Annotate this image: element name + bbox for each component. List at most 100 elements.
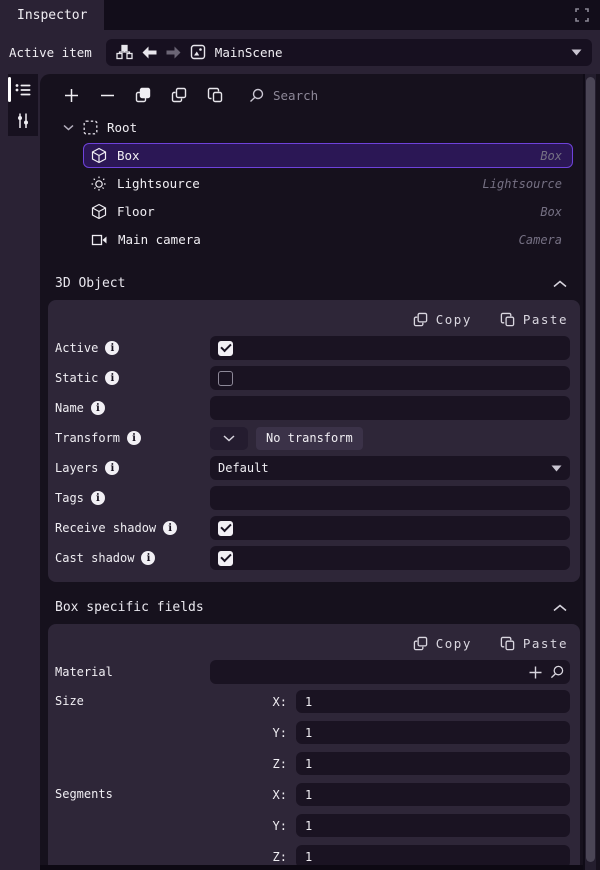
left-rail bbox=[0, 74, 40, 870]
copy-icon bbox=[413, 312, 428, 327]
field-label: Active i bbox=[55, 341, 210, 355]
size-z-input[interactable] bbox=[305, 757, 561, 771]
axis-y-label: Y: bbox=[210, 819, 296, 833]
scene-file-icon bbox=[190, 44, 206, 60]
static-checkbox[interactable] bbox=[218, 371, 233, 386]
chevron-down-icon bbox=[223, 435, 235, 442]
scene-tree: Root Box Box bbox=[40, 112, 583, 264]
duplicate-node-button[interactable] bbox=[135, 87, 151, 103]
name-input[interactable] bbox=[218, 401, 562, 415]
size-z-field bbox=[296, 752, 570, 775]
field-row-transform: Transform i No transform bbox=[55, 426, 570, 450]
size-x-row: Size X: bbox=[55, 690, 570, 713]
tree-item-main-camera[interactable]: Main camera Camera bbox=[83, 227, 573, 252]
search-input[interactable] bbox=[273, 88, 573, 103]
dashed-box-icon bbox=[83, 120, 98, 135]
size-y-input[interactable] bbox=[305, 726, 561, 740]
transform-cell: No transform bbox=[210, 427, 570, 450]
paste-button-label: Paste bbox=[523, 312, 568, 327]
remove-node-button[interactable] bbox=[99, 87, 115, 103]
layers-selected-value: Default bbox=[218, 461, 269, 475]
body: Root Box Box bbox=[0, 74, 600, 870]
active-item-label: Active item bbox=[8, 45, 92, 60]
active-checkbox[interactable] bbox=[218, 341, 233, 356]
copy-paste-row: Copy Paste bbox=[48, 305, 580, 336]
active-scene-name: MainScene bbox=[215, 45, 562, 60]
scrollbar-thumb[interactable] bbox=[586, 77, 595, 862]
section-title: Box specific fields bbox=[55, 600, 204, 615]
settings-view-button[interactable] bbox=[8, 105, 38, 136]
info-icon: i bbox=[105, 371, 119, 385]
name-field bbox=[210, 396, 570, 420]
field-row-receive-shadow: Receive shadow i bbox=[55, 516, 570, 540]
transform-expand-button[interactable] bbox=[210, 427, 248, 450]
size-x-input[interactable] bbox=[305, 695, 561, 709]
forward-arrow-icon[interactable] bbox=[166, 46, 181, 59]
add-material-button[interactable] bbox=[529, 666, 542, 679]
active-item-selector[interactable]: MainScene bbox=[106, 39, 592, 66]
section-3d-object: Copy Paste Active bbox=[48, 300, 580, 582]
plus-icon bbox=[64, 88, 79, 103]
tags-field bbox=[210, 486, 570, 510]
size-y-field bbox=[296, 721, 570, 744]
back-arrow-icon[interactable] bbox=[142, 46, 157, 59]
field-label-text: Active bbox=[55, 341, 98, 355]
field-label: Transform i bbox=[55, 431, 210, 445]
tab-inspector[interactable]: Inspector bbox=[0, 0, 104, 30]
field-label-text: Receive shadow bbox=[55, 521, 156, 535]
caret-down-icon bbox=[571, 49, 582, 56]
chevron-up-icon[interactable] bbox=[553, 280, 567, 288]
field-label-text: Tags bbox=[55, 491, 84, 505]
paste-node-button[interactable] bbox=[207, 87, 223, 103]
tree-item-type: Box bbox=[540, 205, 562, 219]
tree-item-type: Lightsource bbox=[483, 177, 562, 191]
receive-shadow-checkbox[interactable] bbox=[218, 521, 233, 536]
copy-button-label: Copy bbox=[436, 312, 472, 327]
info-icon: i bbox=[141, 551, 155, 565]
spacer bbox=[55, 845, 210, 849]
list-icon bbox=[15, 83, 31, 97]
segments-y-field bbox=[296, 814, 570, 837]
chevron-up-icon[interactable] bbox=[553, 604, 567, 612]
copy-button[interactable]: Copy bbox=[413, 312, 472, 327]
paste-button[interactable]: Paste bbox=[500, 312, 568, 327]
material-input[interactable] bbox=[218, 665, 562, 679]
section-header-3d-object[interactable]: 3D Object bbox=[40, 264, 583, 300]
fullscreen-button[interactable] bbox=[568, 1, 596, 29]
field-label-text: Material bbox=[55, 665, 113, 679]
segments-x-input[interactable] bbox=[305, 788, 561, 802]
paste-button[interactable]: Paste bbox=[500, 636, 568, 651]
scrollbar-track[interactable] bbox=[583, 74, 600, 870]
cast-shadow-checkbox[interactable] bbox=[218, 551, 233, 566]
tree-item-lightsource[interactable]: Lightsource Lightsource bbox=[83, 171, 573, 196]
copy-button[interactable]: Copy bbox=[413, 636, 472, 651]
size-z-row: Z: bbox=[55, 752, 570, 775]
material-field bbox=[210, 660, 570, 684]
segments-z-input[interactable] bbox=[305, 850, 561, 864]
field-label: Tags i bbox=[55, 491, 210, 505]
tags-input[interactable] bbox=[218, 491, 562, 505]
section-header-box-specific[interactable]: Box specific fields bbox=[40, 588, 583, 624]
spacer bbox=[55, 721, 210, 725]
paste-icon bbox=[207, 87, 223, 103]
chevron-down-icon[interactable] bbox=[63, 124, 74, 131]
copy-node-button[interactable] bbox=[171, 87, 187, 103]
spacer bbox=[55, 752, 210, 756]
segments-y-input[interactable] bbox=[305, 819, 561, 833]
tree-item-box[interactable]: Box Box bbox=[83, 143, 573, 168]
tree-item-floor[interactable]: Floor Box bbox=[83, 199, 573, 224]
field-row-static: Static i bbox=[55, 366, 570, 390]
add-node-button[interactable] bbox=[63, 87, 79, 103]
tree-item-root[interactable]: Root bbox=[50, 114, 573, 140]
inspector-panel: Inspector Active item bbox=[0, 0, 600, 870]
size-y-row: Y: bbox=[55, 721, 570, 744]
info-icon: i bbox=[91, 401, 105, 415]
hierarchy-view-button[interactable] bbox=[8, 74, 38, 105]
axis-x-label: X: bbox=[210, 788, 296, 802]
browse-material-button[interactable] bbox=[550, 665, 564, 679]
layers-select[interactable]: Default bbox=[210, 456, 570, 480]
section-box-specific: Copy Paste Material bbox=[48, 624, 580, 870]
info-icon: i bbox=[105, 461, 119, 475]
field-row-layers: Layers i Default bbox=[55, 456, 570, 480]
field-row-name: Name i bbox=[55, 396, 570, 420]
